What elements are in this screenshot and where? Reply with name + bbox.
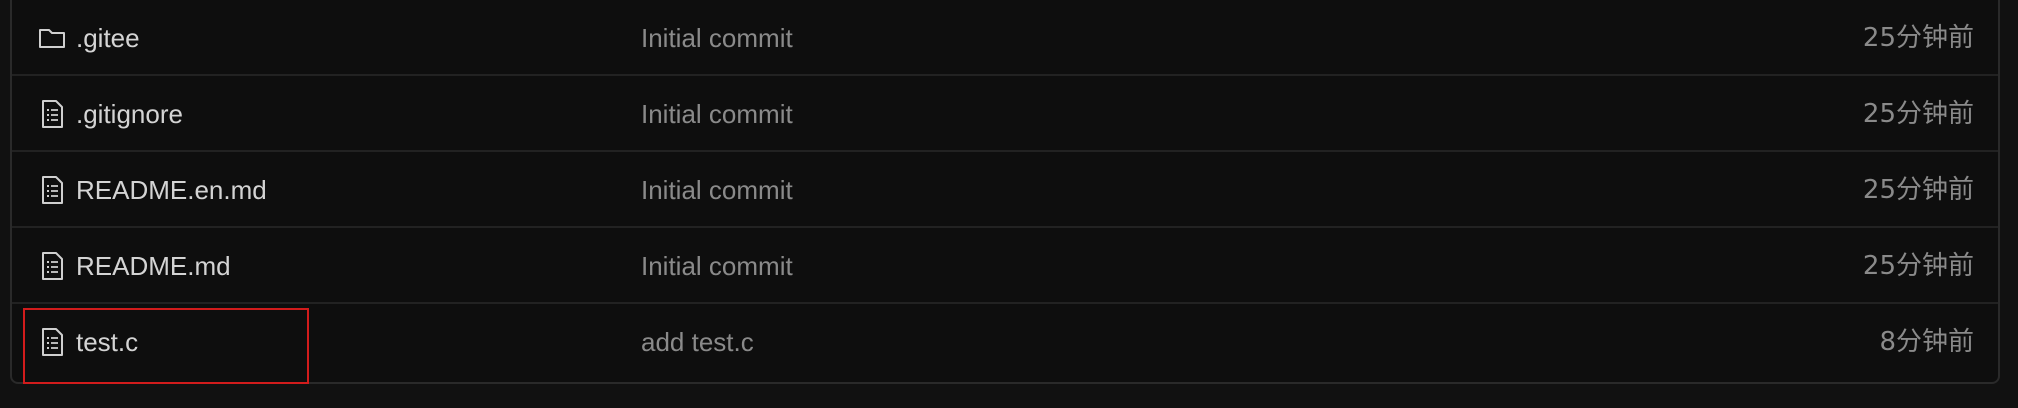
file-text-icon <box>37 175 67 205</box>
commit-message[interactable]: Initial commit <box>641 76 793 152</box>
commit-message[interactable]: add test.c <box>641 304 754 380</box>
commit-message[interactable]: Initial commit <box>641 228 793 304</box>
commit-time: 25分钟前 <box>1862 251 1974 281</box>
file-row-readme-en[interactable]: README.en.md Initial commit 25分钟前 <box>12 152 1998 228</box>
file-row-readme[interactable]: README.md Initial commit 25分钟前 <box>12 228 1998 304</box>
file-name[interactable]: .gitignore <box>76 76 183 152</box>
file-row-test-c[interactable]: test.c add test.c 8分钟前 <box>12 304 1998 380</box>
file-text-icon <box>37 327 67 357</box>
file-name[interactable]: README.md <box>76 228 231 304</box>
commit-time: 25分钟前 <box>1862 99 1974 129</box>
file-name[interactable]: README.en.md <box>76 152 267 228</box>
folder-icon <box>37 23 67 53</box>
commit-message[interactable]: Initial commit <box>641 0 793 76</box>
file-text-icon <box>37 99 67 129</box>
commit-time: 25分钟前 <box>1862 175 1974 205</box>
file-list: .gitee Initial commit 25分钟前 .gitignore I… <box>10 0 2000 384</box>
file-text-icon <box>37 251 67 281</box>
file-row-gitee[interactable]: .gitee Initial commit 25分钟前 <box>12 0 1998 76</box>
commit-time: 25分钟前 <box>1862 23 1974 53</box>
file-name[interactable]: test.c <box>76 304 138 380</box>
file-row-gitignore[interactable]: .gitignore Initial commit 25分钟前 <box>12 76 1998 152</box>
file-name[interactable]: .gitee <box>76 0 140 76</box>
commit-time: 8分钟前 <box>1879 327 1974 357</box>
commit-message[interactable]: Initial commit <box>641 152 793 228</box>
